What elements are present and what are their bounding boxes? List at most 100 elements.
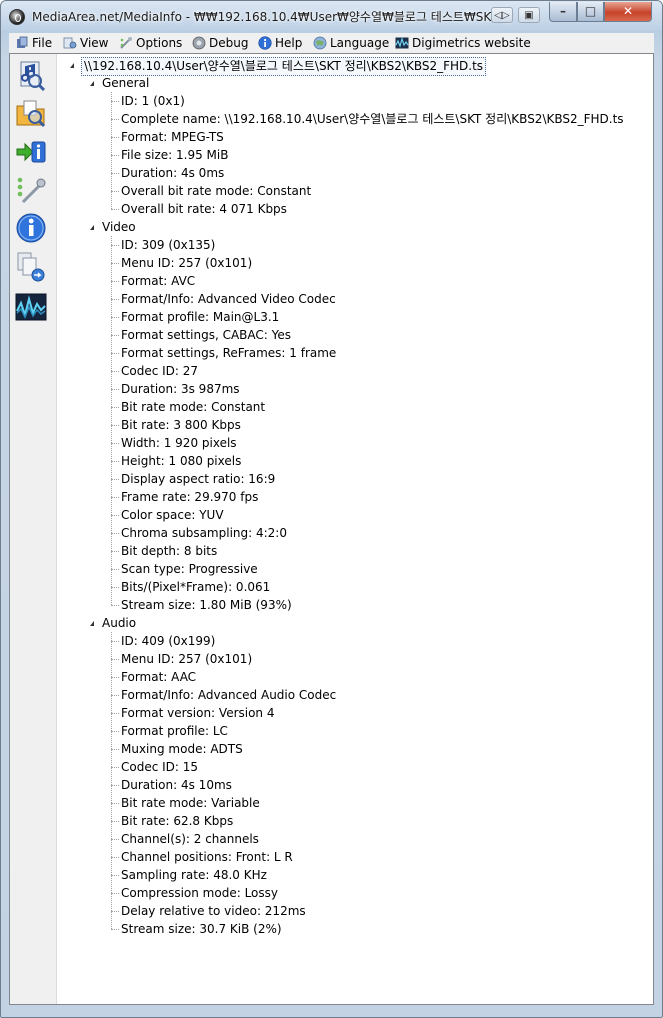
- menu-language[interactable]: Language: [313, 34, 389, 52]
- tree-item[interactable]: Delay relative to video: 212ms: [121, 902, 306, 920]
- maximize-button[interactable]: □: [577, 2, 604, 22]
- tree-section-audio[interactable]: Audio: [102, 614, 136, 632]
- tree-item[interactable]: Format settings, ReFrames: 1 frame: [121, 344, 336, 362]
- tree-item[interactable]: Codec ID: 27: [121, 362, 198, 380]
- tree-item[interactable]: Chroma subsampling: 4:2:0: [121, 524, 287, 542]
- export-button[interactable]: [15, 136, 47, 168]
- tree-connector: [111, 155, 119, 156]
- tree-item[interactable]: Codec ID: 15: [121, 758, 198, 776]
- tree-connector: [111, 893, 119, 894]
- copy-button[interactable]: [15, 251, 47, 283]
- tree-item[interactable]: Width: 1 920 pixels: [121, 434, 237, 452]
- tree-item[interactable]: Bit depth: 8 bits: [121, 542, 217, 560]
- expand-arrow-icon[interactable]: [70, 63, 74, 68]
- tree-item[interactable]: Frame rate: 29.970 fps: [121, 488, 258, 506]
- tree-item[interactable]: Format version: Version 4: [121, 704, 275, 722]
- tree-item[interactable]: Format/Info: Advanced Audio Codec: [121, 686, 336, 704]
- tree-item[interactable]: ID: 309 (0x135): [121, 236, 215, 254]
- preferences-icon: [17, 177, 46, 204]
- tree-item[interactable]: Format: AVC: [121, 272, 195, 290]
- tree-guide-line: [111, 632, 112, 929]
- tree-item[interactable]: File size: 1.95 MiB: [121, 146, 228, 164]
- tree-item[interactable]: Complete name: \\192.168.10.4\User\양수열\블…: [121, 110, 624, 128]
- tree-item[interactable]: Duration: 3s 987ms: [121, 380, 240, 398]
- tree-item[interactable]: Bit rate: 3 800 Kbps: [121, 416, 241, 434]
- tree-item[interactable]: Format/Info: Advanced Video Codec: [121, 290, 336, 308]
- tree-item[interactable]: Channel positions: Front: L R: [121, 848, 293, 866]
- info-tree[interactable]: \\192.168.10.4\User\양수열\블로그 테스트\SKT 정리\K…: [57, 54, 653, 1004]
- tree-item[interactable]: Format: AAC: [121, 668, 196, 686]
- tree-connector: [111, 551, 119, 552]
- tree-item[interactable]: Channel(s): 2 channels: [121, 830, 259, 848]
- tree-item[interactable]: Format: MPEG-TS: [121, 128, 224, 146]
- menu-help[interactable]: Help: [258, 34, 302, 52]
- minimize-button[interactable]: –: [549, 2, 577, 22]
- tree-item[interactable]: Sampling rate: 48.0 KHz: [121, 866, 267, 884]
- expand-arrow-icon[interactable]: [90, 225, 94, 230]
- tree-item[interactable]: Menu ID: 257 (0x101): [121, 254, 252, 272]
- tree-connector: [111, 425, 119, 426]
- debug-icon: [192, 36, 206, 50]
- open-file-icon: [20, 61, 46, 92]
- tree-item[interactable]: Stream size: 30.7 KiB (2%): [121, 920, 282, 938]
- tree-connector: [111, 461, 119, 462]
- mediainfo-app-icon[interactable]: [9, 9, 25, 25]
- tree-connector: [111, 299, 119, 300]
- tree-item[interactable]: Format profile: Main@L3.1: [121, 308, 279, 326]
- tree-item[interactable]: Duration: 4s 0ms: [121, 164, 224, 182]
- menu-debug[interactable]: Debug: [192, 34, 248, 52]
- tree-connector: [111, 659, 119, 660]
- tree-item[interactable]: Overall bit rate mode: Constant: [121, 182, 311, 200]
- expand-arrow-icon[interactable]: [90, 81, 94, 86]
- about-button[interactable]: [15, 212, 47, 244]
- tree-connector: [111, 641, 119, 642]
- tree-item[interactable]: Format profile: LC: [121, 722, 228, 740]
- tree-item[interactable]: Format settings, CABAC: Yes: [121, 326, 291, 344]
- back-icon[interactable]: ◁▷: [491, 7, 513, 23]
- digimetrics-button[interactable]: [15, 291, 47, 323]
- tree-item[interactable]: Color space: YUV: [121, 506, 224, 524]
- title-bar[interactable]: MediaArea.net/MediaInfo - ₩₩192.168.10.4…: [1, 1, 662, 31]
- tree-section-general[interactable]: General: [102, 74, 149, 92]
- open-folder-icon: [16, 100, 46, 128]
- tree-item[interactable]: Stream size: 1.80 MiB (93%): [121, 596, 292, 614]
- tree-item[interactable]: Bit rate: 62.8 Kbps: [121, 812, 233, 830]
- preferences-button[interactable]: [15, 174, 47, 206]
- file-icon: [15, 36, 29, 50]
- tree-connector: [111, 389, 119, 390]
- tree-item[interactable]: Height: 1 080 pixels: [121, 452, 241, 470]
- tree-connector: [111, 929, 119, 930]
- menu-options[interactable]: Options: [119, 34, 182, 52]
- menu-view-label: View: [80, 36, 109, 50]
- tree-connector: [111, 407, 119, 408]
- main-content: \\192.168.10.4\User\양수열\블로그 테스트\SKT 정리\K…: [9, 53, 654, 1005]
- tree-item[interactable]: Display aspect ratio: 16:9: [121, 470, 275, 488]
- tree-connector: [111, 479, 119, 480]
- open-folder-button[interactable]: [15, 97, 47, 129]
- tree-item[interactable]: Bit rate mode: Variable: [121, 794, 260, 812]
- tree-item[interactable]: Bits/(Pixel*Frame): 0.061: [121, 578, 270, 596]
- tree-connector: [111, 137, 119, 138]
- tree-item[interactable]: Overall bit rate: 4 071 Kbps: [121, 200, 287, 218]
- tree-item[interactable]: Bit rate mode: Constant: [121, 398, 265, 416]
- tree-connector: [111, 677, 119, 678]
- close-button[interactable]: ✕: [604, 2, 652, 22]
- snapshot-icon[interactable]: ▣: [518, 7, 540, 23]
- tree-section-video[interactable]: Video: [102, 218, 136, 236]
- menu-digimetrics-website[interactable]: Digimetrics website: [395, 34, 531, 52]
- tree-item[interactable]: Menu ID: 257 (0x101): [121, 650, 252, 668]
- tree-connector: [111, 911, 119, 912]
- tree-item[interactable]: ID: 1 (0x1): [121, 92, 185, 110]
- tree-item[interactable]: Scan type: Progressive: [121, 560, 258, 578]
- tree-item[interactable]: Compression mode: Lossy: [121, 884, 278, 902]
- tree-item[interactable]: ID: 409 (0x199): [121, 632, 215, 650]
- menu-file[interactable]: File: [15, 34, 52, 52]
- help-icon: [258, 36, 272, 50]
- menu-view[interactable]: View: [63, 34, 108, 52]
- tree-item[interactable]: Muxing mode: ADTS: [121, 740, 243, 758]
- expand-arrow-icon[interactable]: [90, 621, 94, 626]
- tree-item[interactable]: Duration: 4s 10ms: [121, 776, 232, 794]
- about-icon: [16, 213, 46, 243]
- tree-connector: [111, 371, 119, 372]
- open-file-button[interactable]: [15, 59, 47, 92]
